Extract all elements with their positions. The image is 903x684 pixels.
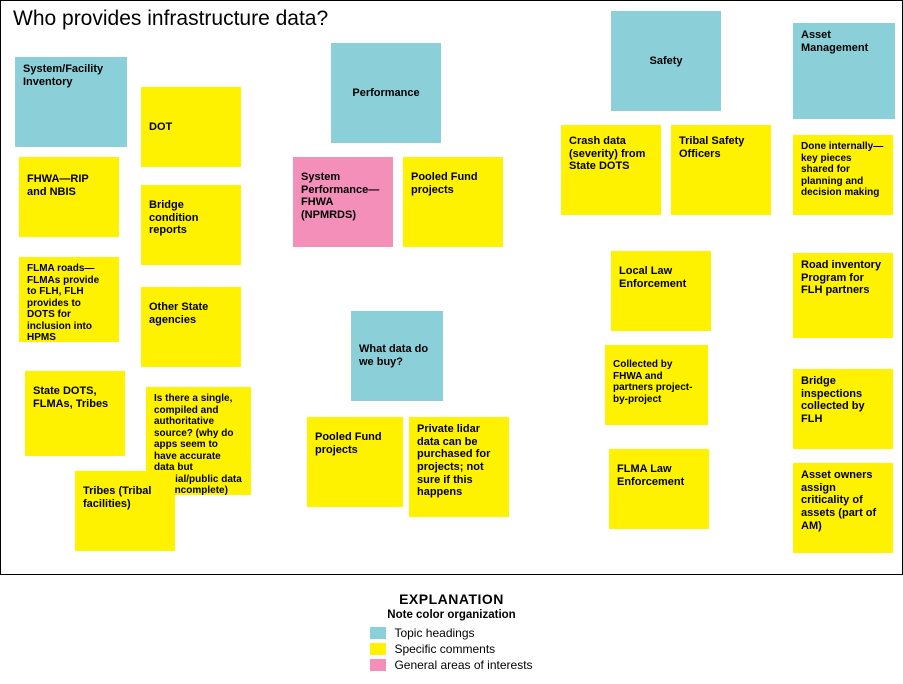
note-state-dots-flmas-tribes: State DOTS, FLMAs, Tribes: [25, 371, 125, 456]
legend: EXPLANATION Note color organization Topi…: [0, 575, 903, 676]
legend-row-topic: Topic headings: [370, 625, 532, 641]
note-flma-law-enforcement: FLMA Law Enforcement: [609, 449, 709, 529]
note-what-data-buy: What data do we buy?: [351, 311, 443, 401]
note-flma-roads: FLMA roads—FLMAs provide to FLH, FLH pro…: [19, 257, 119, 342]
note-private-lidar: Private lidar data can be purchased for …: [409, 417, 509, 517]
note-bridge-condition: Bridge condition reports: [141, 185, 241, 265]
note-tribal-safety-officers: Tribal Safety Officers: [671, 125, 771, 215]
swatch-comment: [370, 643, 386, 655]
note-fhwa-rip-nbis: FHWA—RIP and NBIS: [19, 157, 119, 237]
legend-label-topic: Topic headings: [394, 625, 474, 641]
legend-row-general: General areas of interests: [370, 657, 532, 673]
legend-heading: EXPLANATION: [0, 591, 903, 607]
note-done-internally: Done internally—key pieces shared for pl…: [793, 135, 893, 215]
note-crash-data: Crash data (severity) from State DOTS: [561, 125, 661, 215]
note-asset-management: Asset Management: [793, 23, 895, 119]
note-tribes-tribal-facilities: Tribes (Tribal facilities): [75, 471, 175, 551]
swatch-general: [370, 659, 386, 671]
legend-label-general: General areas of interests: [394, 657, 532, 673]
swatch-topic: [370, 627, 386, 639]
legend-subheading: Note color organization: [0, 609, 903, 621]
legend-rows: Topic headings Specific comments General…: [370, 625, 532, 674]
legend-row-comment: Specific comments: [370, 641, 532, 657]
note-bridge-inspections-flh: Bridge inspections collected by FLH: [793, 369, 893, 449]
diagram-title: Who provides infrastructure data?: [13, 7, 328, 31]
note-asset-owners-criticality: Asset owners assign criticality of asset…: [793, 463, 893, 553]
note-collected-by-fhwa: Collected by FHWA and partners project-b…: [605, 345, 708, 425]
note-pooled-fund-2: Pooled Fund projects: [307, 417, 403, 507]
diagram-frame: Who provides infrastructure data? System…: [0, 0, 903, 575]
note-performance: Performance: [331, 43, 441, 143]
note-safety: Safety: [611, 11, 721, 111]
legend-label-comment: Specific comments: [394, 641, 495, 657]
note-system-performance-fhwa: System Performance—FHWA (NPMRDS): [293, 157, 393, 247]
note-other-state-agencies: Other State agencies: [141, 287, 241, 367]
note-road-inventory-program: Road inventory Program for FLH partners: [793, 253, 893, 338]
note-dot: DOT: [141, 87, 241, 167]
note-local-law-enforcement: Local Law Enforcement: [611, 251, 711, 331]
note-pooled-fund-1: Pooled Fund projects: [403, 157, 503, 247]
note-system-facility-inventory: System/Facility Inventory: [15, 57, 127, 147]
